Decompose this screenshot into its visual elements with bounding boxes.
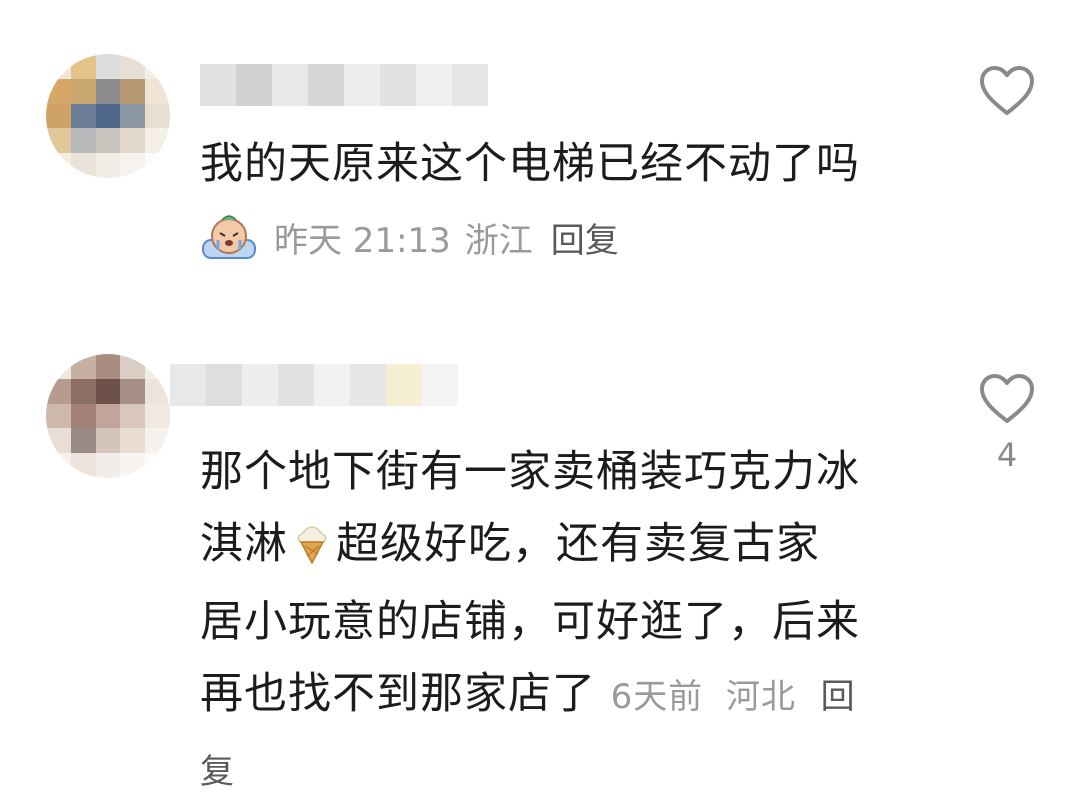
like-button[interactable] xyxy=(978,64,1036,118)
username[interactable] xyxy=(170,364,458,406)
avatar[interactable] xyxy=(46,354,170,478)
comment-text: 那个地下街有一家卖桶装巧克力冰 淇淋 超级好吃，还有卖复古家 居小玩意的店铺，可… xyxy=(200,436,920,808)
username[interactable] xyxy=(200,64,488,106)
comment-item: 那个地下街有一家卖桶装巧克力冰 淇淋 超级好吃，还有卖复古家 居小玩意的店铺，可… xyxy=(0,330,1080,804)
comment-fragment: 超级好吃，还有卖复古家 xyxy=(336,519,820,569)
comment-text: 我的天原来这个电梯已经不动了吗 xyxy=(200,128,920,200)
comment-line: 再也找不到那家店了 6天前 河北 回 xyxy=(200,658,920,733)
comment-body: 我的天原来这个电梯已经不动了吗 xyxy=(200,139,860,189)
comment-location: 浙江 xyxy=(464,220,533,261)
crying-face-sticker-icon xyxy=(200,212,258,262)
comment-location: 河北 xyxy=(725,677,796,717)
reply-button[interactable]: 回复 xyxy=(551,213,619,262)
heart-outline-icon xyxy=(980,374,1034,423)
comment-time: 6天前 xyxy=(610,677,704,717)
avatar[interactable] xyxy=(46,54,170,178)
comment-meta: 昨天 21:13 浙江 回复 xyxy=(200,212,619,262)
comment-line: 复 xyxy=(200,733,920,808)
comment-line: 居小玩意的店铺，可好逛了，后来 xyxy=(200,597,860,647)
comment-fragment: 淇淋 xyxy=(200,519,288,569)
comment-item: 我的天原来这个电梯已经不动了吗 昨天 21:13 浙江 回复 xyxy=(0,0,1080,300)
heart-outline-icon xyxy=(980,66,1034,115)
like-button[interactable] xyxy=(978,372,1036,426)
like-count: 4 xyxy=(996,436,1018,474)
comment-time: 昨天 21:13 xyxy=(274,220,451,261)
comment-line: 淇淋 超级好吃，还有卖复古家 xyxy=(200,508,920,586)
comment-line: 那个地下街有一家卖桶装巧克力冰 xyxy=(200,447,860,497)
comment-fragment: 再也找不到那家店了 xyxy=(200,669,596,719)
ice-cream-cone-icon xyxy=(294,514,330,586)
reply-button[interactable]: 回 xyxy=(821,677,856,717)
reply-button-continued[interactable]: 复 xyxy=(200,752,235,792)
